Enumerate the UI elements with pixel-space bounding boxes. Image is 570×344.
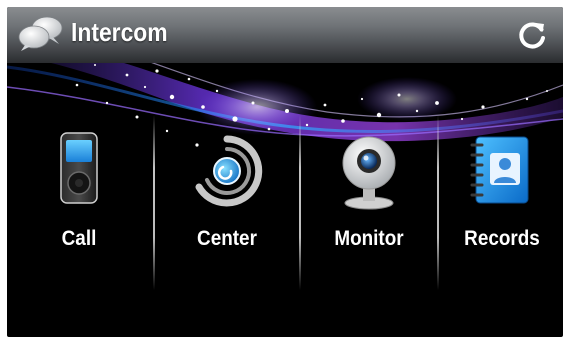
menu-item-call-label: Call — [61, 227, 97, 250]
title-bar: Intercom — [7, 7, 563, 63]
webcam-icon — [342, 136, 396, 210]
center-ring-icon — [195, 135, 263, 207]
refresh-icon[interactable] — [513, 17, 551, 55]
address-book-icon — [470, 136, 529, 204]
menu-divider — [437, 115, 439, 290]
menu-item-center-label: Center — [197, 227, 257, 250]
main-menu: Call Center Monitor Records — [7, 115, 563, 295]
menu-item-monitor-label: Monitor — [334, 227, 404, 250]
menu-item-records[interactable]: Records — [441, 115, 563, 295]
app-title: Intercom — [71, 17, 168, 47]
chat-bubbles-icon — [18, 16, 63, 51]
menu-item-center[interactable]: Center — [155, 115, 299, 295]
menu-item-monitor[interactable]: Monitor — [297, 115, 441, 295]
intercom-screen: Intercom Call Center Monitor Records — [7, 7, 563, 337]
menu-item-records-label: Records — [464, 227, 540, 250]
menu-item-call[interactable]: Call — [7, 115, 151, 295]
handset-icon — [60, 132, 98, 204]
